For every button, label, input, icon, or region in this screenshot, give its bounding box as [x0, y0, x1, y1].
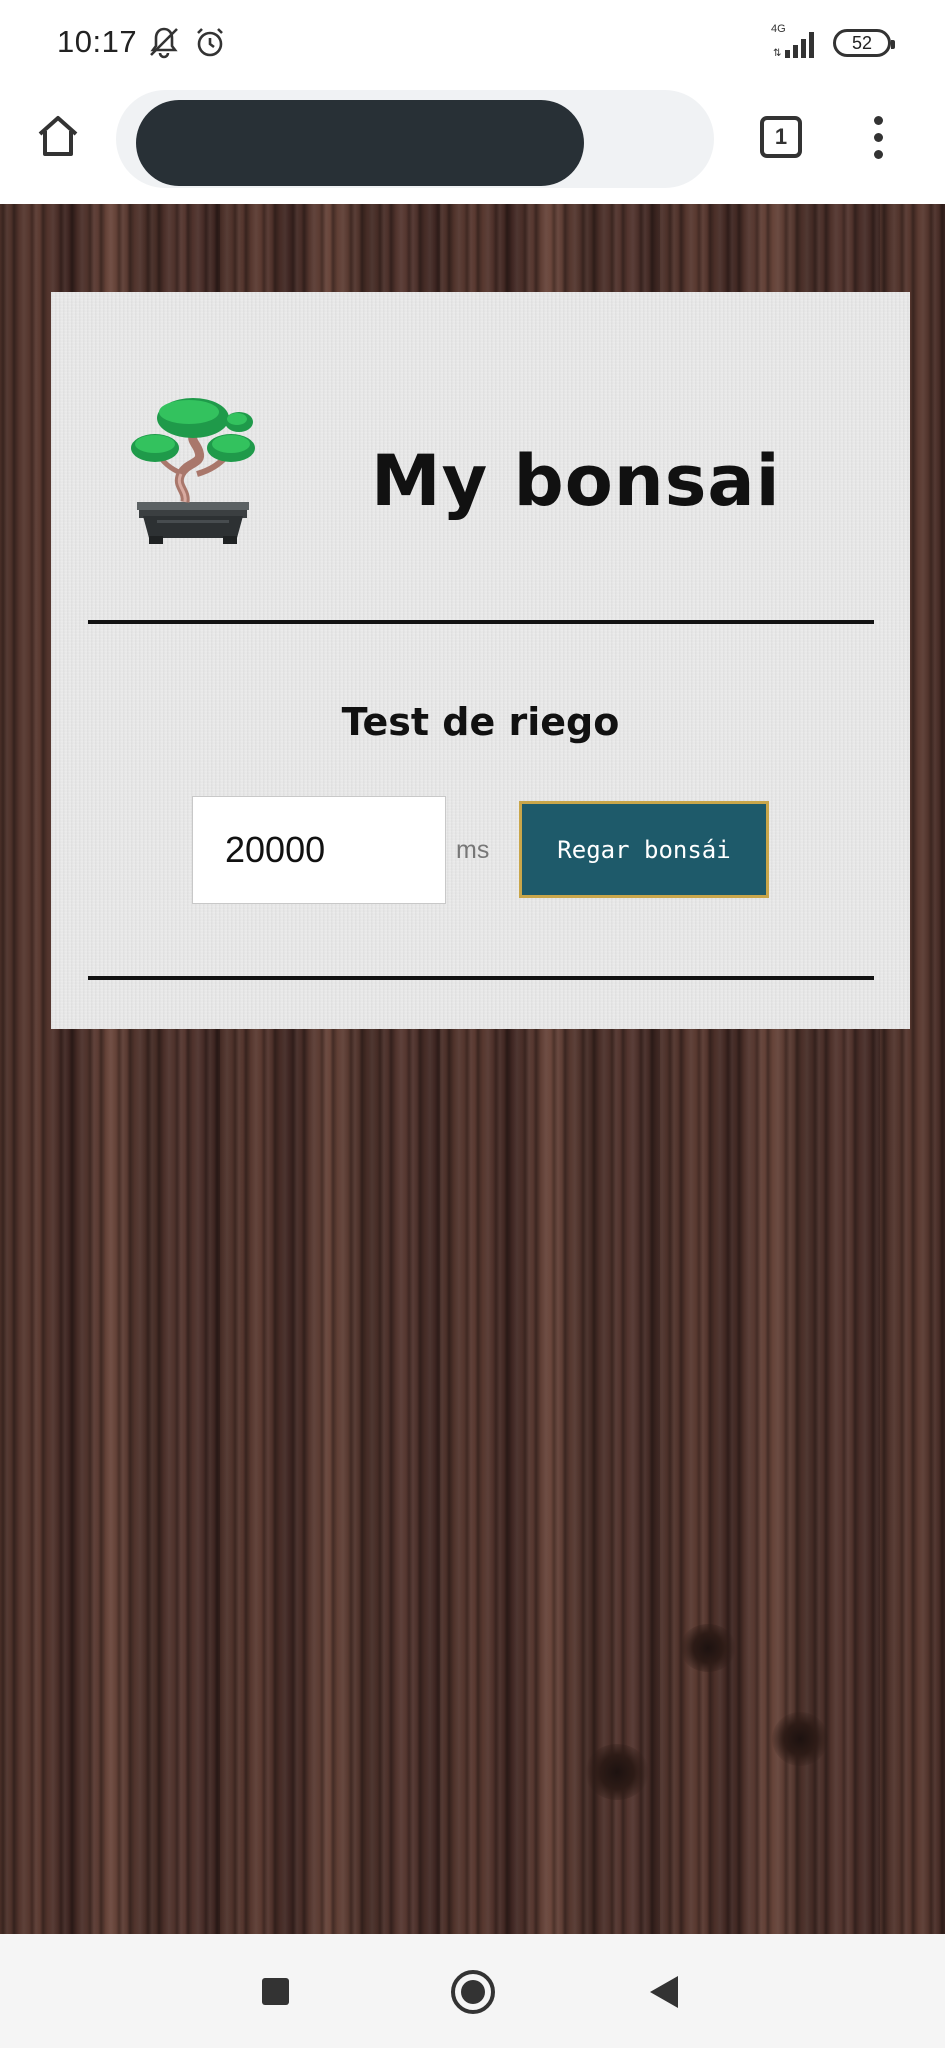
address-bar[interactable]: [116, 90, 714, 188]
home-button[interactable]: [30, 108, 86, 164]
wood-knot: [680, 1624, 736, 1672]
divider-top: [88, 620, 874, 624]
tab-switcher-icon: 1: [760, 116, 802, 158]
bonsai-card: My bonsai Test de riego ms Regar bonsái: [51, 292, 910, 1029]
tab-count: 1: [774, 124, 788, 149]
bonsai-logo: [131, 398, 255, 544]
home-circle-icon[interactable]: [451, 1970, 495, 2014]
browser-toolbar: 1: [0, 86, 945, 204]
system-nav-bar: [0, 1934, 945, 2048]
unit-label: ms: [456, 836, 490, 864]
page-title: My bonsai: [371, 440, 781, 522]
tab-switcher-button[interactable]: 1: [756, 112, 806, 162]
alarm-icon: [192, 24, 228, 60]
url-redacted: [136, 100, 584, 186]
status-right: 4G ⇅ 52: [771, 24, 895, 60]
status-time: 10:17: [57, 24, 138, 59]
overflow-menu-button[interactable]: [860, 108, 896, 166]
recents-icon[interactable]: [262, 1978, 289, 2005]
home-icon: [38, 116, 78, 156]
section-title: Test de riego: [341, 700, 620, 744]
page-content: My bonsai Test de riego ms Regar bonsái: [0, 204, 945, 1934]
notifications-muted-icon: [146, 24, 182, 60]
svg-text:⇅: ⇅: [773, 48, 781, 59]
battery-icon: 52: [833, 29, 895, 57]
signal-icon: 4G ⇅: [771, 24, 821, 60]
battery-level: 52: [851, 32, 873, 53]
back-icon[interactable]: [650, 1976, 678, 2008]
wood-knot: [585, 1744, 649, 1800]
menu-dot: [873, 132, 883, 142]
divider-bottom: [88, 976, 874, 980]
water-bonsai-button[interactable]: Regar bonsái: [519, 801, 769, 898]
overflow-menu-icon: [873, 115, 883, 125]
menu-dot: [873, 149, 883, 159]
status-bar: 10:17 4G ⇅ 52: [0, 0, 945, 86]
duration-input[interactable]: [192, 796, 446, 904]
wood-knot: [772, 1712, 828, 1766]
